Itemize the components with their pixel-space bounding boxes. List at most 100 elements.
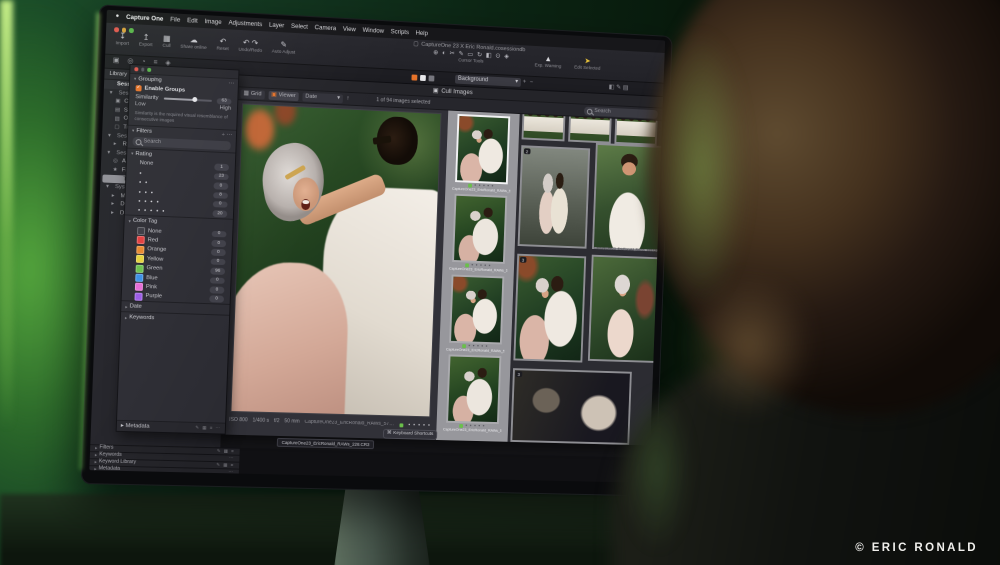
rating-row-count: 20 xyxy=(212,210,227,217)
sort-direction-button[interactable]: ↑ xyxy=(347,95,350,102)
toolbar-button-icon: ↶ xyxy=(219,37,226,46)
chevron-right-icon: ▸ xyxy=(94,460,96,465)
more-icon[interactable]: ⋯ xyxy=(228,81,234,88)
subbar-right-icons[interactable]: ◧ ✎ ▤ xyxy=(609,83,629,91)
colortag-row-label: Yellow xyxy=(147,256,164,263)
add-layer-button[interactable]: + xyxy=(523,79,527,86)
metadata-section-header[interactable]: ▸ Metadata ✎ ▦ ≡ ⋯ xyxy=(117,420,225,434)
section-action-icons[interactable]: ⋯ xyxy=(229,456,235,461)
scene: ● Capture One File Edit Image Adjustments Lay… xyxy=(0,0,1000,565)
menu-item[interactable]: View xyxy=(343,26,356,34)
menu-item[interactable]: Camera xyxy=(315,24,337,32)
viewer-photo[interactable] xyxy=(231,104,440,416)
metadata-action-icons[interactable]: ✎ ▦ ≡ ⋯ xyxy=(195,425,221,431)
menu-item[interactable]: Capture One xyxy=(126,14,164,23)
cursor-tool-icon[interactable]: ◈ xyxy=(504,53,509,60)
toolbar-button[interactable]: ✎ Auto Adjust xyxy=(272,40,296,57)
green-color-tag[interactable] xyxy=(400,423,404,427)
layer-chip-white[interactable] xyxy=(420,74,426,80)
toolbar-button[interactable]: ▦ Cull xyxy=(162,34,171,50)
menu-item[interactable]: Window xyxy=(362,27,384,35)
rating-row-label: ● ● xyxy=(139,180,149,185)
viewer-view-button[interactable]: ▣ Viewer xyxy=(268,90,299,100)
toolbar-button-label: Share online xyxy=(180,45,207,52)
menu-item[interactable]: Image xyxy=(204,18,221,26)
grid-thumbnail[interactable] xyxy=(568,114,612,144)
sidebar-item-icon: ▸ xyxy=(111,210,117,217)
filmstrip-thumbnail[interactable]: ● ● ● ● ● CaptureOne23_EricRonald_RAWs_5… xyxy=(449,114,516,194)
zoom-icon[interactable] xyxy=(147,68,151,72)
enable-groups-checkbox[interactable]: ✓ xyxy=(136,85,142,91)
toolbar-button[interactable]: ↥ Export xyxy=(139,32,153,48)
colortag-row-label: Red xyxy=(147,237,158,244)
layer-chip-gray[interactable] xyxy=(429,75,435,81)
edit-selected-button[interactable]: ➤ Edit Selected xyxy=(574,56,601,72)
search-input[interactable] xyxy=(584,106,658,118)
filmstrip-thumbnail[interactable]: ● ● ● ● ● CaptureOne23_EricRonald_RAWs_5… xyxy=(443,274,510,353)
menu-item[interactable]: Scripts xyxy=(391,28,410,36)
close-icon[interactable] xyxy=(134,67,138,71)
layer-select[interactable]: Background ▾ xyxy=(455,75,521,87)
toolbar-button-label: Import xyxy=(115,41,129,47)
apple-logo-icon[interactable]: ● xyxy=(115,13,119,20)
sort-select[interactable]: Date ▾ xyxy=(302,92,343,103)
chevron-right-icon: ▸ xyxy=(95,446,97,451)
filmstrip-thumbnail[interactable]: ● ● ● ● ● CaptureOne23_EricRonald_RAWs_5… xyxy=(440,354,507,433)
group-count-badge[interactable]: 3 xyxy=(520,257,526,263)
group-count-badge[interactable]: 2 xyxy=(524,148,530,154)
toolbar-button[interactable]: ↧ Import xyxy=(115,31,129,47)
cursor-tool-icon[interactable]: ◐ xyxy=(442,50,446,57)
section-action-icons[interactable]: ⋯ xyxy=(228,470,234,475)
toolbar-button-label: Reset xyxy=(216,47,228,53)
sidebar-item-icon: ▢ xyxy=(114,124,120,131)
filmstrip-thumbnail[interactable]: ● ● ● ● ● CaptureOne23_EricRonald_RAWs_5… xyxy=(446,194,513,274)
rating-dots[interactable]: ● ● ● ● ● xyxy=(408,423,431,428)
cursor-tool-icon[interactable]: ▭ xyxy=(467,51,473,59)
sidebar-item-icon: ▤ xyxy=(115,107,121,114)
color-swatch xyxy=(134,292,142,300)
rating-row-count: 1 xyxy=(214,164,229,171)
cursor-tool-icon[interactable]: ◧ xyxy=(486,52,492,60)
grid-thumbnail[interactable]: 3 xyxy=(510,368,631,445)
toolbar-button-label: Export xyxy=(139,42,153,48)
menu-item[interactable]: Select xyxy=(291,23,308,31)
add-filter-icons[interactable]: + ⋯ xyxy=(221,132,232,139)
toolbar-button[interactable]: ☁ Share online xyxy=(180,35,207,52)
keyboard-shortcuts-button[interactable]: ⌘ Keyboard Shortcuts xyxy=(383,429,437,440)
similarity-slider[interactable] xyxy=(163,97,212,101)
grid-thumbnail[interactable]: 2 xyxy=(518,145,591,249)
menu-item[interactable]: Edit xyxy=(187,17,198,25)
remove-layer-button[interactable]: − xyxy=(530,80,534,87)
grid-thumbnail[interactable] xyxy=(588,255,660,363)
chevron-down-icon: ▾ xyxy=(131,151,133,156)
thumbnail-photo[interactable] xyxy=(452,194,507,264)
thumbnail-photo[interactable] xyxy=(449,274,504,344)
colortag-row-label: None xyxy=(148,228,162,235)
cursor-tool-icon[interactable]: ↻ xyxy=(477,52,482,60)
grid-thumbnail[interactable]: 3 xyxy=(513,254,586,363)
thumbnail-photo[interactable] xyxy=(446,355,501,425)
grid-thumbnail[interactable]: CaptureOne23_EricRonald_RAWs_655.CR3 xyxy=(592,143,662,252)
cursor-tool-icon[interactable]: ⊙ xyxy=(495,53,500,61)
layer-chip-orange[interactable] xyxy=(411,74,417,80)
exposure-warning-button[interactable]: ▲ Exp. Warning xyxy=(534,54,561,70)
grid-thumbnail[interactable] xyxy=(522,114,566,141)
menu-item[interactable]: File xyxy=(170,16,180,24)
rating-row-label: ● ● ● ● xyxy=(138,199,160,204)
group-count-badge[interactable]: 3 xyxy=(516,371,522,377)
minimize-icon[interactable] xyxy=(141,68,145,72)
cursor-tool-icon[interactable]: ⊕ xyxy=(433,49,438,57)
menu-item[interactable]: Layer xyxy=(269,22,285,30)
menu-item[interactable]: Adjustments xyxy=(228,19,262,28)
cursor-tool-icon[interactable]: ✎ xyxy=(458,51,463,59)
toolbar-button[interactable]: ↶ ↷ Undo/Redo xyxy=(238,38,262,55)
color-swatch xyxy=(137,236,145,244)
thumbnail-photo[interactable] xyxy=(455,114,510,184)
rating-row-label: None xyxy=(140,160,154,167)
cursor-tool-icon[interactable]: ✂ xyxy=(449,50,454,58)
tool-tab-icon[interactable]: ▣ xyxy=(113,58,120,66)
library-header[interactable]: Library xyxy=(109,71,127,79)
grid-view-button[interactable]: ▦ Grid xyxy=(240,89,264,99)
menu-item[interactable]: Help xyxy=(415,30,428,38)
toolbar-button[interactable]: ↶ Reset xyxy=(216,37,229,53)
